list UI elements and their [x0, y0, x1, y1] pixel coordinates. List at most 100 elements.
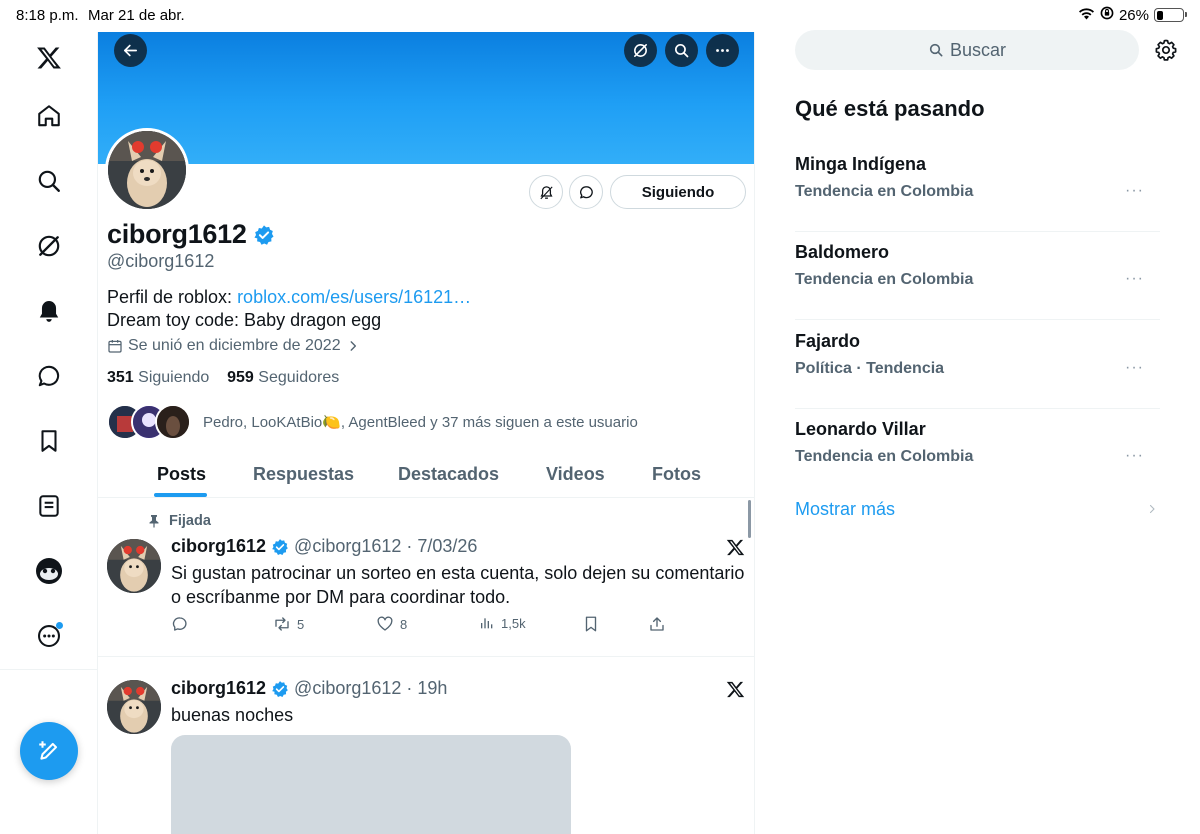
trend-name: Minga Indígena	[795, 154, 927, 174]
trend-name: Baldomero	[795, 242, 890, 262]
profile-search-button[interactable]	[665, 34, 698, 67]
tweet-date[interactable]: 19h	[417, 678, 447, 699]
home-icon[interactable]	[29, 96, 69, 136]
tab-posts[interactable]: Posts	[157, 464, 206, 485]
trends-title: Qué está pasando	[795, 96, 985, 121]
follow-counts: 351 Siguiendo 959 Seguidores	[107, 369, 339, 387]
following-button[interactable]: Siguiendo	[610, 175, 746, 209]
display-name-text: ciborg1612	[107, 219, 247, 249]
back-button[interactable]	[114, 34, 147, 67]
tweet-handle: @ciborg1612	[294, 678, 402, 698]
bookmark-button[interactable]	[582, 615, 600, 633]
trend-context: Tendencia en Colombia	[795, 183, 974, 200]
search-icon[interactable]	[29, 161, 69, 201]
reply-button[interactable]	[171, 615, 189, 633]
orientation-lock-icon	[1100, 6, 1114, 24]
trend-context: Tendencia en Colombia	[795, 448, 974, 465]
trend-divider	[795, 319, 1160, 320]
tab-highlights[interactable]: Destacados	[398, 464, 499, 485]
retweet-button[interactable]: 5	[273, 615, 304, 633]
message-icon	[579, 185, 593, 198]
view-count: 1,5k	[501, 615, 526, 631]
joined-text: Se unió en diciembre de 2022	[128, 337, 341, 354]
grok-icon[interactable]	[29, 226, 69, 266]
tab-videos[interactable]: Videos	[546, 464, 605, 485]
tweet-date[interactable]: 7/03/26	[417, 536, 477, 557]
trend-context: Política · Tendencia	[795, 360, 945, 377]
lists-icon[interactable]	[29, 486, 69, 526]
trend-item[interactable]: Baldomero Tendencia en Colombia ···	[795, 242, 1160, 330]
status-date: Mar 21 de abr.	[88, 7, 185, 24]
retweet-count: 5	[297, 616, 305, 632]
tab-photos[interactable]: Fotos	[652, 464, 701, 485]
bookmarks-icon[interactable]	[29, 421, 69, 461]
following-link[interactable]: 351 Siguiendo	[107, 369, 209, 386]
message-button[interactable]	[569, 175, 603, 209]
search-input[interactable]: Buscar	[795, 30, 1139, 70]
show-more-link[interactable]: Mostrar más	[795, 499, 895, 520]
like-button[interactable]: 8	[376, 615, 407, 633]
tweet-author[interactable]: ciborg1612	[171, 536, 266, 557]
bio-link[interactable]: roblox.com/es/users/16121…	[237, 287, 471, 307]
trend-item[interactable]: Minga Indígena Tendencia en Colombia ···	[795, 154, 1160, 242]
tweet-text: buenas noches	[171, 705, 294, 725]
x-logo-icon[interactable]	[29, 38, 69, 78]
tweet-avatar[interactable]	[107, 680, 161, 734]
profile-avatar-icon[interactable]	[29, 551, 69, 591]
trend-item[interactable]: Fajardo Política · Tendencia ···	[795, 331, 1160, 419]
tab-replies[interactable]: Respuestas	[253, 464, 354, 485]
bell-plus-icon	[539, 185, 553, 199]
messages-icon[interactable]	[29, 356, 69, 396]
share-icon	[650, 617, 664, 631]
trend-more-button[interactable]: ···	[1125, 359, 1144, 377]
tweet-avatar[interactable]	[107, 539, 161, 593]
search-icon	[674, 43, 689, 58]
profile-tabs: Posts Respuestas Destacados Videos Fotos	[98, 452, 754, 498]
x-logo-icon	[726, 538, 745, 562]
trend-name: Fajardo	[795, 331, 861, 351]
trend-more-button[interactable]: ···	[1125, 182, 1144, 200]
views-button[interactable]: 1,5k	[479, 615, 526, 631]
compose-icon	[39, 741, 58, 760]
notifications-icon[interactable]	[29, 291, 69, 331]
views-chart-icon	[481, 618, 493, 629]
trend-name: Leonardo Villar	[795, 419, 926, 439]
trend-item[interactable]: Leonardo Villar Tendencia en Colombia ··…	[795, 419, 1160, 507]
like-count: 8	[400, 616, 408, 632]
tweet-media[interactable]	[171, 735, 571, 834]
pinned-label: Fijada	[148, 513, 211, 529]
left-nav	[0, 32, 98, 834]
compose-button[interactable]	[20, 722, 78, 780]
pin-icon	[149, 515, 159, 528]
gear-icon[interactable]	[1154, 38, 1178, 67]
notify-button[interactable]	[529, 175, 563, 209]
bio-line-2: Dream toy code: Baby dragon egg	[107, 310, 382, 330]
tweet-author[interactable]: ciborg1612	[171, 678, 266, 699]
status-time: 8:18 p.m.	[16, 7, 79, 24]
followers-you-know[interactable]: Pedro, LooKAtBio🍋, AgentBleed y 37 más s…	[107, 404, 638, 440]
trend-divider	[795, 231, 1160, 232]
trend-divider	[795, 408, 1160, 409]
follower-avatar	[155, 404, 191, 440]
trend-more-button[interactable]: ···	[1125, 447, 1144, 465]
followers-link[interactable]: 959 Seguidores	[227, 369, 339, 386]
profile-avatar[interactable]	[105, 128, 189, 212]
profile-more-button[interactable]	[706, 34, 739, 67]
chevron-right-icon	[1146, 502, 1158, 521]
joined-date[interactable]: Se unió en diciembre de 2022	[107, 337, 360, 355]
more-icon[interactable]	[29, 616, 69, 656]
wifi-icon	[1078, 7, 1095, 24]
trend-more-button[interactable]: ···	[1125, 270, 1144, 288]
heart-icon	[377, 616, 393, 631]
grok-button[interactable]	[624, 34, 657, 67]
tweet-actions: 5 8 1,5k	[171, 615, 691, 637]
share-button[interactable]	[648, 615, 666, 633]
retweet-icon	[275, 617, 289, 631]
profile-timeline: Siguiendo ciborg1612 @ciborg1612 Perfil …	[98, 32, 755, 834]
search-placeholder: Buscar	[949, 39, 1007, 60]
tweet-text: Si gustan patrocinar un sorteo en esta c…	[171, 563, 745, 607]
calendar-icon	[108, 340, 122, 353]
reply-icon	[172, 617, 187, 631]
verified-badge-icon	[254, 224, 274, 245]
scrollbar[interactable]	[748, 500, 751, 538]
